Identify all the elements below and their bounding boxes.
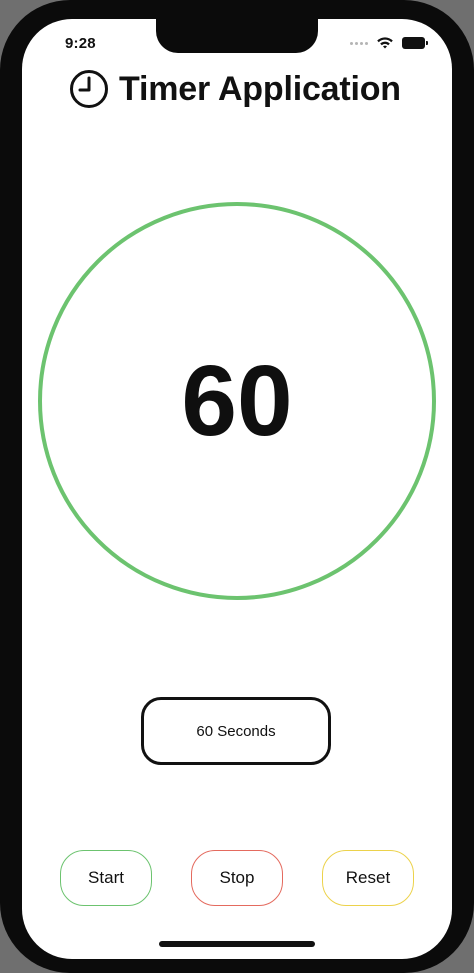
battery-icon	[402, 37, 428, 49]
clock-icon	[70, 70, 108, 108]
page-header: Timer Application	[69, 69, 401, 109]
app-screen: 9:28 Timer Application 60 60 Seconds Sta…	[22, 19, 452, 959]
timer-countdown-value: 60	[181, 344, 293, 457]
start-button[interactable]: Start	[60, 850, 152, 906]
camera-notch	[156, 19, 318, 53]
stop-button[interactable]: Stop	[191, 850, 283, 906]
reset-button[interactable]: Reset	[322, 850, 414, 906]
status-time: 9:28	[65, 35, 96, 52]
device-frame: 9:28 Timer Application 60 60 Seconds Sta…	[0, 0, 474, 973]
duration-selector-button[interactable]: 60 Seconds	[141, 697, 331, 765]
page-title: Timer Application	[119, 69, 401, 108]
home-indicator[interactable]	[159, 941, 315, 947]
wifi-icon	[377, 37, 393, 49]
status-icons	[350, 36, 428, 50]
cellular-signal-icon	[350, 41, 368, 45]
